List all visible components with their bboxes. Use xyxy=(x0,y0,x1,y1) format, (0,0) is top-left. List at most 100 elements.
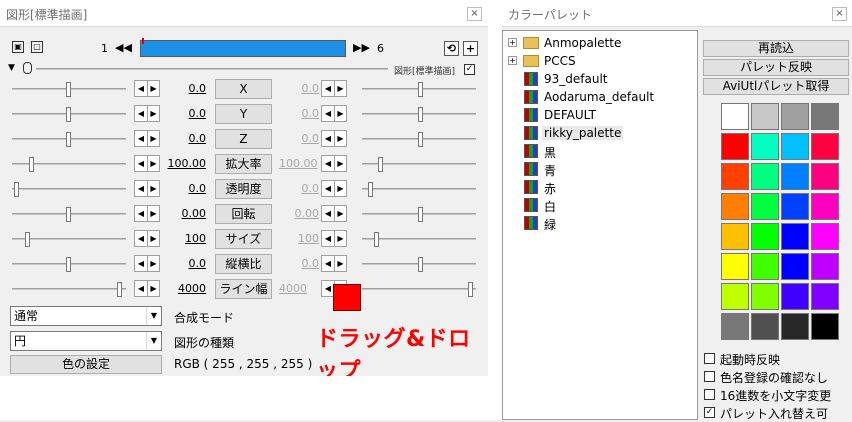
slider-thumb[interactable] xyxy=(66,257,71,272)
arrow-right-icon[interactable]: ▶ xyxy=(334,106,346,121)
arrow-left-icon[interactable]: ◀ xyxy=(135,106,147,121)
add-filter-button[interactable]: + xyxy=(463,41,478,56)
slider-thumb[interactable] xyxy=(418,82,423,97)
palette-tree-item[interactable]: 黒 xyxy=(503,142,699,160)
color-swatch[interactable] xyxy=(811,103,839,130)
color-swatch[interactable] xyxy=(721,193,749,220)
param-slider-left[interactable] xyxy=(12,82,126,97)
param-slider-left[interactable] xyxy=(12,157,126,172)
color-swatch[interactable] xyxy=(811,133,839,160)
arrow-right-icon[interactable]: ▶ xyxy=(147,106,159,121)
color-swatch[interactable] xyxy=(751,133,779,160)
param-slider-right[interactable] xyxy=(362,107,476,122)
slider-thumb[interactable] xyxy=(418,132,423,147)
arrow-right-icon[interactable]: ▶ xyxy=(147,81,159,96)
arrow-left-icon[interactable]: ◀ xyxy=(322,81,334,96)
color-swatch[interactable] xyxy=(751,103,779,130)
color-swatch[interactable] xyxy=(751,253,779,280)
arrow-left-icon[interactable]: ◀ xyxy=(322,156,334,171)
color-swatch[interactable] xyxy=(721,103,749,130)
param-spin-left[interactable]: ◀ ▶ xyxy=(134,80,160,97)
prev-frame-button[interactable]: ◀◀ xyxy=(115,41,132,55)
arrow-right-icon[interactable]: ▶ xyxy=(147,181,159,196)
color-swatch[interactable] xyxy=(751,193,779,220)
color-swatch[interactable] xyxy=(721,163,749,190)
arrow-left-icon[interactable]: ◀ xyxy=(135,206,147,221)
color-swatch[interactable] xyxy=(721,223,749,250)
arrow-right-icon[interactable]: ▶ xyxy=(147,131,159,146)
expand-icon[interactable]: ▼ xyxy=(8,63,15,73)
color-swatch[interactable] xyxy=(721,313,749,340)
param-value-start[interactable]: 100 xyxy=(160,232,206,245)
slider-thumb[interactable] xyxy=(368,182,373,197)
color-swatch[interactable] xyxy=(781,283,809,310)
expand-icon[interactable]: + xyxy=(508,56,517,65)
expand-icon[interactable]: + xyxy=(508,38,517,47)
color-swatch[interactable] xyxy=(781,253,809,280)
checkbox-box[interactable] xyxy=(704,371,715,382)
palette-tree-item[interactable]: + PCCS xyxy=(503,52,699,70)
param-slider-right[interactable] xyxy=(362,282,476,297)
apply-palette-button[interactable]: パレット反映 xyxy=(703,59,849,76)
param-value-start[interactable]: 0.0 xyxy=(160,107,207,120)
shape-type-select[interactable]: 円 ▼ xyxy=(10,331,162,351)
palette-tree-item[interactable]: rikky_palette xyxy=(503,124,699,142)
slider-thumb[interactable] xyxy=(66,132,71,147)
mode-checkbox[interactable]: ✓ xyxy=(464,64,475,75)
close-button[interactable]: × xyxy=(832,7,847,21)
param-spin-right[interactable]: ◀▶ xyxy=(321,155,347,172)
arrow-left-icon[interactable]: ◀ xyxy=(322,256,334,271)
param-button[interactable]: 縦横比 xyxy=(215,254,272,274)
param-slider-left[interactable] xyxy=(12,182,126,197)
param-button[interactable]: 拡大率 xyxy=(215,154,272,174)
checkbox-box[interactable] xyxy=(704,389,715,400)
param-value-start[interactable]: 0.0 xyxy=(160,82,207,95)
arrow-left-icon[interactable]: ◀ xyxy=(135,231,147,246)
param-spin-right[interactable]: ◀▶ xyxy=(321,255,347,272)
arrow-left-icon[interactable]: ◀ xyxy=(135,256,147,271)
next-frame-button[interactable]: ▶▶ xyxy=(353,41,370,55)
param-spin-right[interactable]: ◀▶ xyxy=(321,230,347,247)
palette-tree-item[interactable]: 93_default xyxy=(503,70,699,88)
palette-tree-item[interactable]: 赤 xyxy=(503,178,699,196)
param-button[interactable]: 透明度 xyxy=(215,179,272,199)
param-slider-left[interactable] xyxy=(12,282,126,297)
param-slider-left[interactable] xyxy=(12,207,126,222)
arrow-left-icon[interactable]: ◀ xyxy=(135,281,147,296)
arrow-right-icon[interactable]: ▶ xyxy=(334,181,346,196)
color-swatch[interactable] xyxy=(781,163,809,190)
color-swatch[interactable] xyxy=(721,253,749,280)
param-value-end[interactable]: 4000 xyxy=(279,282,319,295)
param-slider-right[interactable] xyxy=(362,257,476,272)
checkbox-box[interactable] xyxy=(704,353,715,364)
param-spin-right[interactable]: ◀▶ xyxy=(321,130,347,147)
blend-mode-select[interactable]: 通常 ▼ xyxy=(10,306,162,326)
param-value-end[interactable]: 0.0 xyxy=(279,132,320,145)
param-slider-right[interactable] xyxy=(362,157,476,172)
arrow-right-icon[interactable]: ▶ xyxy=(147,256,159,271)
color-swatch[interactable] xyxy=(811,163,839,190)
arrow-right-icon[interactable]: ▶ xyxy=(147,231,159,246)
param-button[interactable]: サイズ xyxy=(215,229,272,249)
palette-tree-item[interactable]: 緑 xyxy=(503,214,699,232)
arrow-right-icon[interactable]: ▶ xyxy=(334,81,346,96)
param-value-end[interactable]: 100.00 xyxy=(279,157,319,170)
param-slider-left[interactable] xyxy=(12,107,126,122)
param-button[interactable]: Z xyxy=(215,129,272,149)
param-button[interactable]: Y xyxy=(215,104,272,124)
color-swatch[interactable] xyxy=(751,283,779,310)
dropped-color-swatch[interactable] xyxy=(333,284,361,311)
arrow-left-icon[interactable]: ◀ xyxy=(135,156,147,171)
palette-tree-item[interactable]: Aodaruma_default xyxy=(503,88,699,106)
checkbox-box[interactable]: ✓ xyxy=(704,407,715,418)
slider-thumb[interactable] xyxy=(66,207,71,222)
param-value-start[interactable]: 100.00 xyxy=(160,157,207,170)
slider-thumb[interactable] xyxy=(66,107,71,122)
arrow-right-icon[interactable]: ▶ xyxy=(334,231,346,246)
arrow-right-icon[interactable]: ▶ xyxy=(334,256,346,271)
param-value-end[interactable]: 0.00 xyxy=(279,207,320,220)
param-value-end[interactable]: 0.0 xyxy=(279,182,320,195)
timeline-bar[interactable] xyxy=(140,38,346,57)
param-button[interactable]: 回転 xyxy=(215,204,272,224)
param-spin-left[interactable]: ◀ ▶ xyxy=(134,155,160,172)
